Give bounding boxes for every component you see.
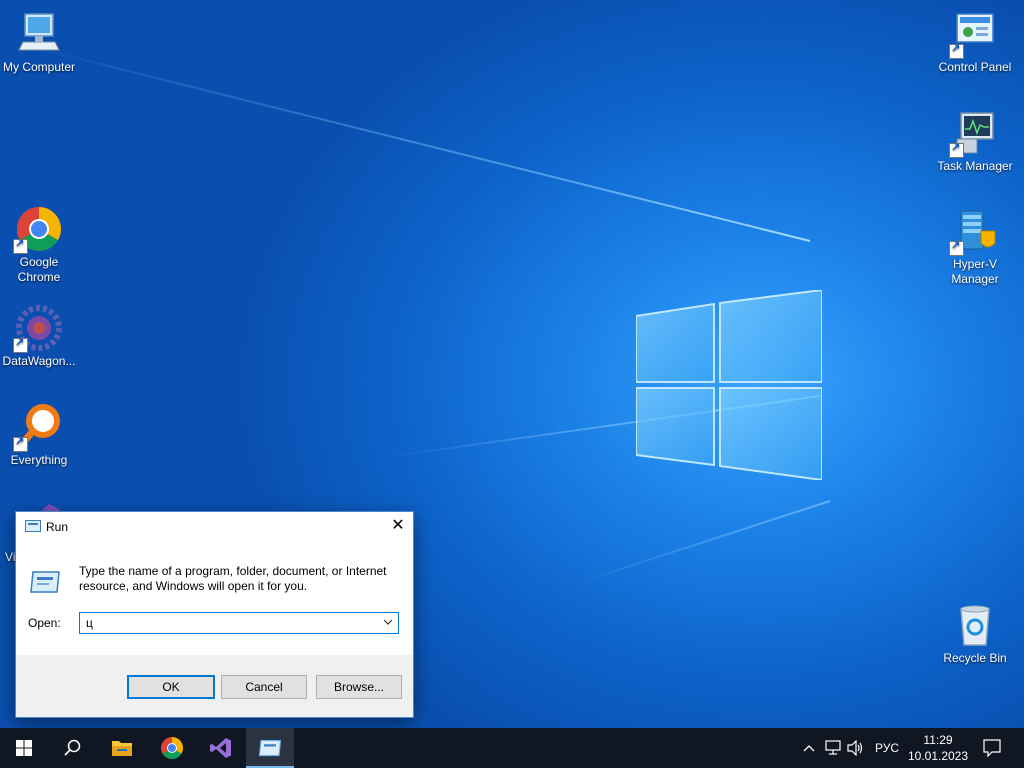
shortcut-arrow-icon (949, 141, 964, 158)
folder-icon (112, 741, 132, 756)
open-combobox[interactable]: ц (79, 612, 399, 634)
clock[interactable]: 11:29 10.01.2023 (905, 732, 971, 764)
shortcut-arrow-icon (13, 336, 28, 353)
desktop-icon-label: Recycle Bin (943, 651, 1007, 665)
network-icon[interactable] (824, 740, 842, 756)
taskbar-run[interactable] (246, 728, 294, 768)
desktop-icon-datawagon[interactable]: DataWagon... (1, 304, 77, 369)
light-ray (572, 500, 831, 586)
desktop-icon-label: My Computer (2, 60, 76, 74)
recycle-bin-icon (951, 601, 999, 649)
search-button[interactable] (48, 728, 96, 768)
shortcut-arrow-icon (13, 237, 28, 254)
magnifier-icon (13, 403, 63, 452)
desktop-icon-label: Everything (10, 453, 68, 467)
windows-start-icon (16, 740, 32, 756)
desktop-icon-control-panel[interactable]: Control Panel (937, 10, 1013, 75)
clock-date: 10.01.2023 (907, 749, 969, 763)
desktop-icon-my-computer[interactable]: My Computer (1, 10, 77, 75)
chevron-down-icon[interactable] (382, 615, 394, 629)
browse-button[interactable]: Browse... (316, 675, 402, 699)
desktop-icon-label: Control Panel (938, 60, 1012, 74)
run-dialog: Run ✕ Type the name of a program, folder… (15, 511, 414, 718)
desktop-icon-hyperv-manager[interactable]: Hyper-V Manager (937, 207, 1013, 287)
desktop-icon-label: DataWagon... (2, 354, 76, 368)
run-dialog-titlebar[interactable]: Run ✕ (16, 512, 413, 542)
run-icon (258, 739, 282, 757)
shortcut-arrow-icon (949, 42, 964, 59)
taskbar-file-explorer[interactable] (98, 728, 146, 768)
run-description: Type the name of a program, folder, docu… (79, 564, 387, 593)
run-dialog-body: Type the name of a program, folder, docu… (16, 542, 413, 655)
windows-logo (636, 290, 822, 480)
search-icon (64, 739, 81, 756)
datawagon-icon (13, 304, 63, 353)
run-icon (30, 571, 60, 593)
desktop-icon-label: Hyper-V Manager (951, 257, 999, 286)
run-dialog-footer: OK Cancel Browse... (16, 655, 413, 717)
input-language[interactable]: РУС (875, 741, 899, 755)
taskbar-visual-studio[interactable] (197, 728, 245, 768)
clock-time: 11:29 (923, 733, 953, 747)
open-label: Open: (28, 616, 61, 630)
shortcut-arrow-icon (13, 435, 28, 452)
notifications-icon[interactable] (983, 739, 1001, 757)
taskbar-chrome[interactable] (148, 728, 196, 768)
run-dialog-title: Run (46, 520, 69, 534)
close-icon[interactable]: ✕ (383, 512, 413, 542)
shortcut-arrow-icon (949, 239, 964, 256)
light-ray (14, 41, 811, 242)
hyperv-icon (949, 207, 999, 256)
desktop-icon-task-manager[interactable]: Task Manager (937, 109, 1013, 174)
ok-button[interactable]: OK (127, 675, 215, 699)
run-icon (25, 520, 41, 532)
cancel-button[interactable]: Cancel (221, 675, 307, 699)
chevron-up-icon[interactable] (802, 742, 816, 754)
desktop-icon-label: Task Manager (937, 159, 1013, 173)
control-panel-icon (949, 10, 999, 59)
desktop-icon-recycle-bin[interactable]: Recycle Bin (937, 601, 1013, 666)
task-manager-icon (949, 109, 999, 158)
computer-icon (15, 10, 63, 58)
desktop-icon-label: Google Chrome (17, 255, 61, 284)
visual-studio-icon (210, 738, 231, 758)
taskbar: РУС 11:29 10.01.2023 (0, 728, 1024, 768)
volume-icon[interactable] (847, 740, 865, 756)
open-input[interactable]: ц (86, 616, 93, 630)
desktop-icon-google-chrome[interactable]: Google Chrome (1, 205, 77, 285)
desktop-icon-everything[interactable]: Everything (1, 403, 77, 468)
chrome-icon (13, 205, 63, 254)
start-button[interactable] (0, 728, 48, 768)
chrome-icon (161, 737, 183, 759)
